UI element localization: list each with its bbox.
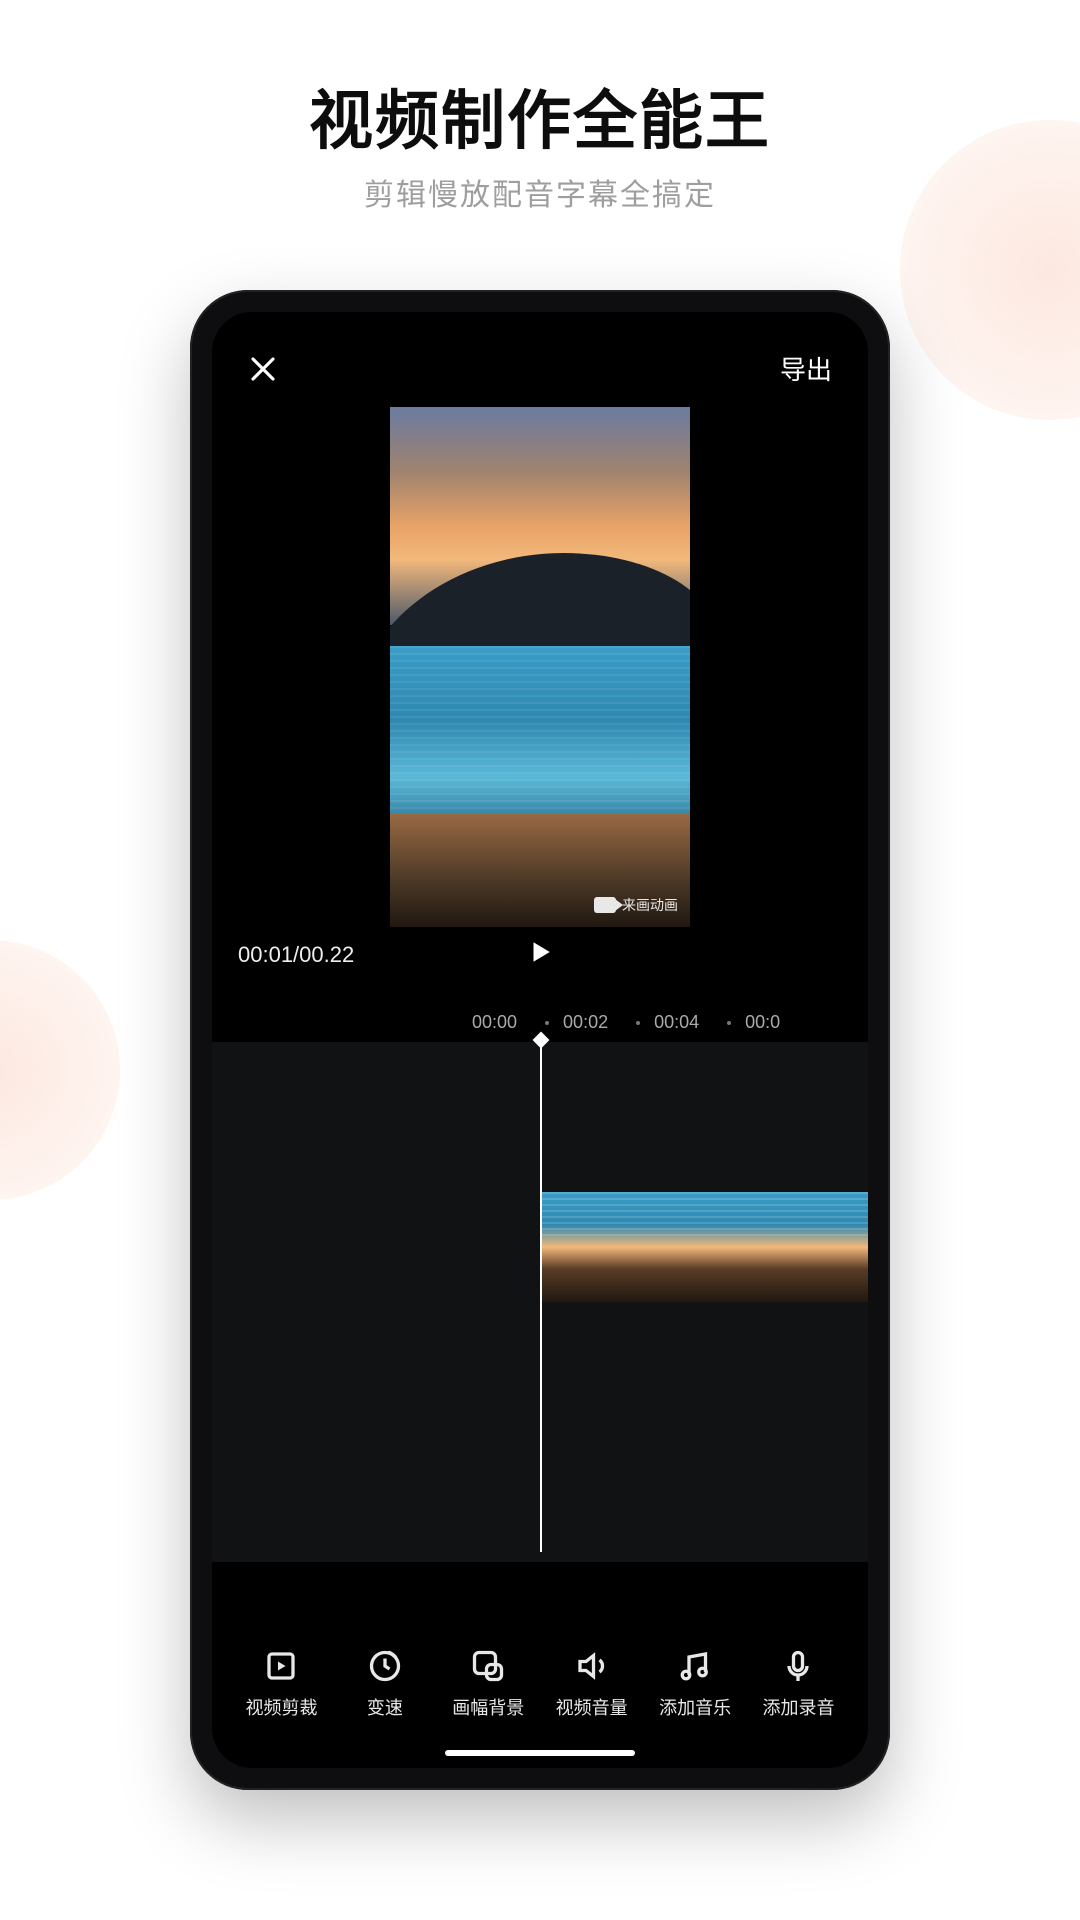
camera-icon <box>594 897 616 913</box>
playhead[interactable] <box>540 1042 542 1552</box>
canvas-icon <box>470 1648 506 1684</box>
bottom-toolbar: 视频剪裁 变速 画幅背景 视频音量 添加音乐 添加录音 <box>212 1648 868 1720</box>
phone-frame: 导出 来画动画 00:01/00.22 00:00 00:02 <box>190 290 890 1790</box>
ruler-mark: 00:02 <box>563 1012 608 1033</box>
volume-icon <box>574 1648 610 1684</box>
video-clip[interactable] <box>542 1192 868 1302</box>
bg-decor-circle <box>900 120 1080 420</box>
watermark-text: 来画动画 <box>622 895 678 915</box>
preview-sea <box>390 646 690 833</box>
close-button[interactable] <box>248 354 278 384</box>
video-preview[interactable]: 来画动画 <box>212 312 868 932</box>
crop-icon <box>263 1648 299 1684</box>
music-icon <box>677 1648 713 1684</box>
tool-label: 画幅背景 <box>452 1694 524 1720</box>
mic-icon <box>780 1648 816 1684</box>
tool-crop[interactable]: 视频剪裁 <box>230 1648 333 1720</box>
play-bar: 00:01/00.22 <box>212 942 868 968</box>
time-display: 00:01/00.22 <box>238 942 354 968</box>
watermark: 来画动画 <box>594 895 678 915</box>
page-subtitle: 剪辑慢放配音字幕全搞定 <box>0 170 1080 214</box>
tool-volume[interactable]: 视频音量 <box>540 1648 643 1720</box>
editor-top-bar: 导出 <box>212 350 868 387</box>
tool-canvas[interactable]: 画幅背景 <box>437 1648 540 1720</box>
ruler-mark: 00:00 <box>472 1012 517 1033</box>
clip-thumbnail <box>542 1192 868 1302</box>
tool-label: 视频音量 <box>556 1694 628 1720</box>
phone-screen: 导出 来画动画 00:01/00.22 00:00 00:02 <box>212 312 868 1768</box>
play-button[interactable] <box>527 939 553 971</box>
export-button[interactable]: 导出 <box>780 350 832 387</box>
speed-icon <box>367 1648 403 1684</box>
timeline-ruler: 00:00 00:02 00:04 00:0 <box>212 1012 868 1033</box>
tool-label: 添加录音 <box>762 1694 834 1720</box>
tool-music[interactable]: 添加音乐 <box>644 1648 747 1720</box>
ruler-mark: 00:04 <box>654 1012 699 1033</box>
tool-speed[interactable]: 变速 <box>333 1648 436 1720</box>
tool-label: 视频剪裁 <box>245 1694 317 1720</box>
bg-decor-circle <box>0 940 120 1200</box>
tool-label: 变速 <box>367 1694 403 1720</box>
page-title: 视频制作全能王 <box>0 70 1080 162</box>
tool-label: 添加音乐 <box>659 1694 731 1720</box>
home-indicator[interactable] <box>445 1750 635 1756</box>
preview-frame: 来画动画 <box>390 407 690 927</box>
ruler-mark: 00:0 <box>745 1012 780 1033</box>
tool-record[interactable]: 添加录音 <box>747 1648 850 1720</box>
